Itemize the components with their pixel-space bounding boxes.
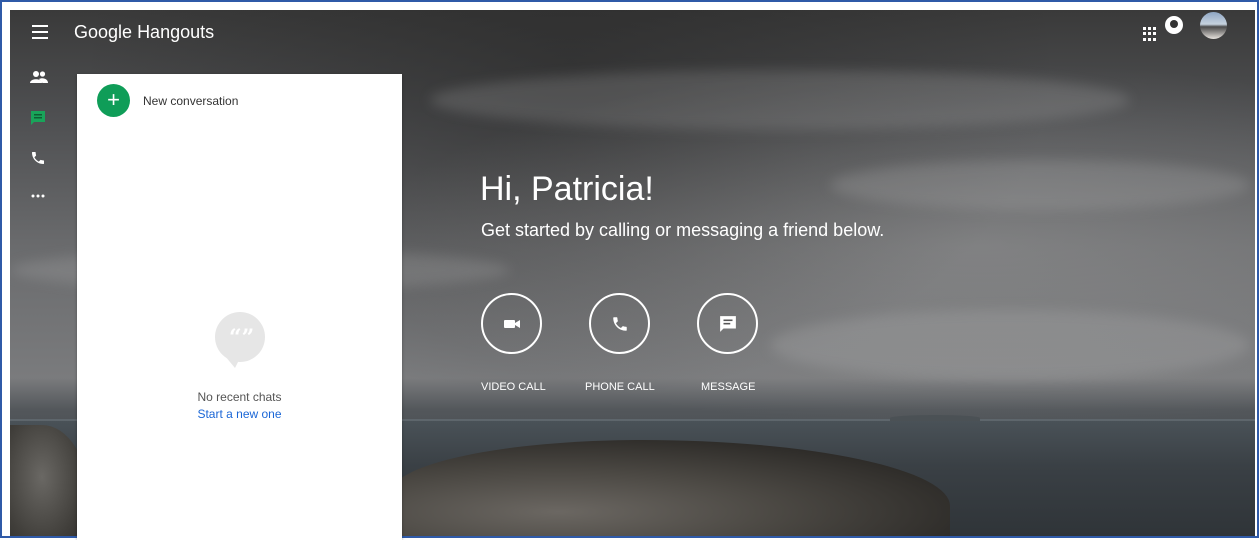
hangouts-quote-icon: “” — [215, 312, 265, 368]
more-horizontal-icon[interactable] — [30, 188, 48, 204]
empty-state-text: No recent chats — [197, 390, 282, 404]
new-conversation-button[interactable]: + New conversation — [97, 84, 392, 118]
message-icon — [719, 315, 736, 332]
cloud-streak — [830, 160, 1250, 210]
message-button[interactable]: MESSAGE — [697, 293, 767, 393]
video-call-circle[interactable] — [481, 293, 542, 354]
phone-icon — [612, 316, 627, 331]
status-icon[interactable] — [1165, 16, 1183, 34]
start-new-chat-link[interactable]: Start a new one — [77, 407, 402, 421]
phone-icon[interactable] — [30, 150, 48, 166]
people-icon[interactable] — [30, 70, 48, 86]
phone-call-button[interactable]: PHONE CALL — [585, 293, 659, 393]
app-window: Google Hangouts + New conversation “” No… — [0, 0, 1259, 540]
cloud-streak — [430, 70, 1130, 130]
message-circle[interactable] — [697, 293, 758, 354]
phone-call-circle[interactable] — [589, 293, 650, 354]
profile-avatar[interactable] — [1200, 12, 1227, 39]
phone-call-label: PHONE CALL — [585, 381, 655, 393]
greeting-subtitle: Get started by calling or messaging a fr… — [481, 220, 885, 240]
hamburger-menu-icon[interactable] — [32, 25, 48, 39]
greeting-heading: Hi, Patricia! — [480, 170, 654, 208]
conversation-panel: + New conversation “” No recent chats St… — [77, 74, 402, 540]
cloud-streak — [770, 310, 1250, 380]
top-bar: Google Hangouts — [10, 10, 1255, 58]
chat-icon[interactable] — [30, 110, 48, 126]
message-label: MESSAGE — [701, 381, 756, 393]
new-conversation-label: New conversation — [143, 94, 239, 108]
video-call-label: VIDEO CALL — [481, 381, 546, 393]
videocam-icon — [503, 319, 520, 328]
app-title-product: Hangouts — [137, 22, 215, 42]
app-title-brand: Google — [74, 22, 133, 42]
apps-grid-icon[interactable] — [1143, 27, 1157, 41]
app-title: Google Hangouts — [74, 22, 214, 43]
island — [890, 415, 980, 421]
video-call-button[interactable]: VIDEO CALL — [481, 293, 551, 393]
plus-icon[interactable]: + — [97, 84, 130, 117]
